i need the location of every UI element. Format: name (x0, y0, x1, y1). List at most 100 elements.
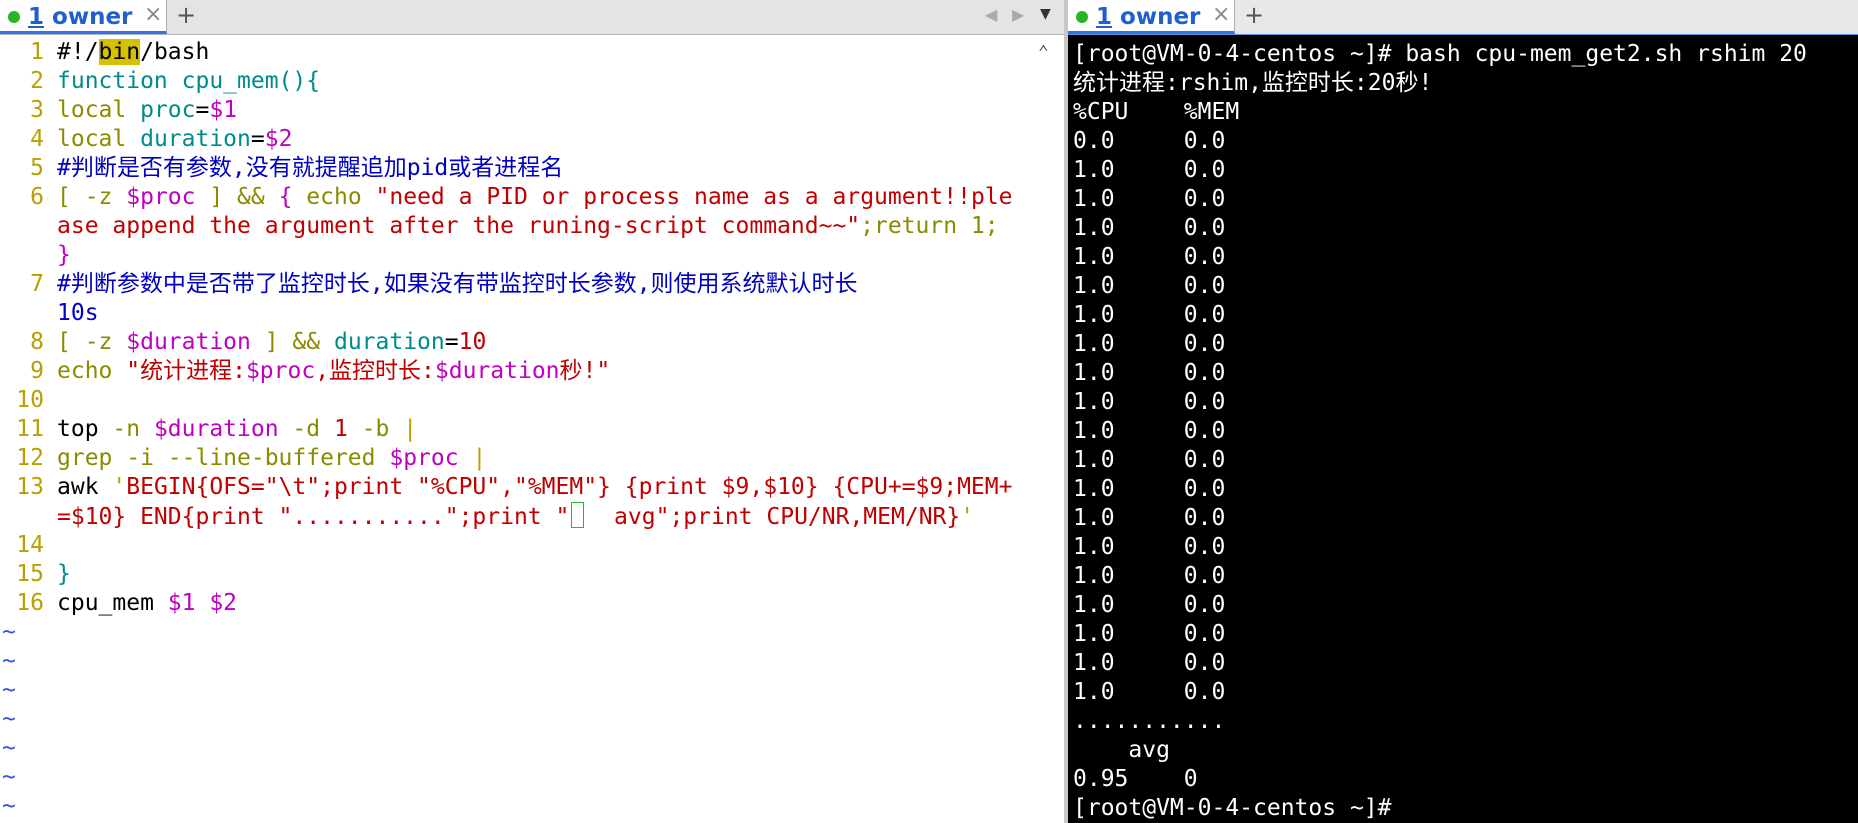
code-text: local proc=$1 (57, 96, 237, 125)
line-number: 5 (30, 155, 44, 181)
tab-label: 1 owner (1096, 4, 1201, 30)
code-token: 1 (333, 416, 348, 442)
code-token: 秒!" (559, 358, 611, 384)
code-token: 10s (57, 300, 99, 326)
tab-owner-right[interactable]: 1 owner × (1068, 0, 1235, 34)
code-token: $1 $2 (167, 590, 238, 616)
status-dot-icon (1076, 11, 1088, 23)
terminal-line: 1.0 0.0 (1073, 447, 1226, 473)
scroll-tabs-left-icon[interactable]: ◀ (985, 5, 997, 24)
line-number: 10 (16, 387, 44, 413)
code-token: | (458, 445, 487, 471)
empty-line-marker: ~ (2, 706, 16, 732)
code-token: duration (140, 126, 251, 152)
empty-line-marker: ~ (2, 764, 16, 790)
code-token: ' (112, 474, 127, 500)
code-token: } (57, 242, 71, 268)
terminal-line: 1.0 0.0 (1073, 679, 1226, 705)
terminal-line: 1.0 0.0 (1073, 563, 1226, 589)
right-tab-bar: 1 owner × + (1068, 0, 1858, 35)
terminal-line: 1.0 0.0 (1073, 505, 1226, 531)
code-token: grep -i --line-buffered (57, 445, 390, 471)
code-token: $proc (245, 358, 316, 384)
code-token: [ -z (57, 184, 127, 210)
line-number: 16 (16, 590, 44, 616)
code-text: } (57, 560, 71, 589)
code-text: [ -z $proc ] && { echo "need a PID or pr… (57, 183, 1013, 212)
line-number: 9 (30, 358, 44, 384)
tab-menu-icon[interactable]: ▼ (1040, 6, 1051, 22)
code-text: grep -i --line-buffered $proc | (57, 444, 486, 473)
code-text: cpu_mem $1 $2 (57, 589, 237, 618)
code-token: -d (278, 416, 334, 442)
code-token: BEGIN{OFS="\t";print "%CPU","%MEM"} {pri… (126, 474, 1013, 500)
code-token: #判断是否有参数,没有就提醒追加pid或者进程名 (57, 155, 564, 181)
code-token: ;return 1; (860, 213, 999, 239)
terminal-pane[interactable]: 1 owner × + [root@VM-0-4-centos ~]# bash… (1068, 0, 1858, 823)
terminal-line: [root@VM-0-4-centos ~]# (1073, 795, 1392, 821)
tab-owner-left[interactable]: 1 owner × (0, 0, 167, 34)
empty-line-marker: ~ (2, 648, 16, 674)
new-tab-button[interactable]: + (176, 1, 196, 29)
terminal-line: 1.0 0.0 (1073, 360, 1226, 386)
code-text: function cpu_mem(){ (57, 67, 320, 96)
code-token: = (444, 329, 459, 355)
empty-line-marker: ~ (2, 619, 16, 645)
code-text: local duration=$2 (57, 125, 292, 154)
code-text: [ -z $duration ] && duration=10 (57, 328, 486, 357)
code-token: $1 (209, 97, 238, 123)
terminal-line: %CPU %MEM (1073, 99, 1240, 125)
code-text: #判断是否有参数,没有就提醒追加pid或者进程名 (57, 154, 563, 183)
code-token: } (57, 561, 71, 587)
code-token: ] && (195, 184, 279, 210)
code-token: "need a PID or process name as a argumen… (375, 184, 1013, 210)
code-token: /bash (140, 39, 210, 65)
terminal-line: avg (1073, 737, 1170, 763)
terminal-line: ........... (1073, 708, 1226, 734)
code-token: $proc (126, 184, 196, 210)
code-text: #判断参数中是否带了监控时长,如果没有带监控时长参数,则使用系统默认时长 (57, 270, 858, 299)
code-token: duration (333, 329, 445, 355)
line-number: 1 (30, 39, 44, 65)
line-number: 11 (16, 416, 44, 442)
line-number: 2 (30, 68, 44, 94)
new-tab-button[interactable]: + (1244, 1, 1264, 29)
code-token: $duration (126, 329, 251, 355)
code-token: [ -z (57, 329, 127, 355)
terminal-line: 1.0 0.0 (1073, 621, 1226, 647)
code-token: awk (57, 474, 113, 500)
code-token: "统计进程: (126, 358, 246, 384)
line-number: 14 (16, 532, 44, 558)
terminal-line: 1.0 0.0 (1073, 215, 1226, 241)
code-token: bin (98, 39, 141, 65)
terminal-output[interactable]: [root@VM-0-4-centos ~]# bash cpu-mem_get… (1073, 40, 1807, 823)
code-token: function cpu_mem(){ (57, 68, 321, 94)
close-icon[interactable]: × (1212, 2, 1230, 27)
terminal-line: 1.0 0.0 (1073, 650, 1226, 676)
code-token: = (195, 97, 210, 123)
terminal-line: 0.0 0.0 (1073, 128, 1226, 154)
code-text: #!/bin/bash (57, 38, 209, 67)
terminal-line: 1.0 0.0 (1073, 389, 1226, 415)
terminal-line: 1.0 0.0 (1073, 302, 1226, 328)
code-token: cpu_mem (57, 590, 168, 616)
code-token: avg";print CPU/NR,MEM/NR} (586, 504, 961, 530)
scroll-up-icon[interactable]: ⌃ (1038, 42, 1049, 63)
close-icon[interactable]: × (144, 2, 162, 27)
code-token: ,监控时长: (315, 358, 435, 384)
terminal-line: 1.0 0.0 (1073, 244, 1226, 270)
terminal-line: 1.0 0.0 (1073, 476, 1226, 502)
empty-line-marker: ~ (2, 677, 16, 703)
terminal-line: 1.0 0.0 (1073, 331, 1226, 357)
tab-label: 1 owner (28, 4, 133, 30)
code-text: top -n $duration -d 1 -b | (57, 415, 417, 444)
scroll-tabs-right-icon[interactable]: ▶ (1012, 5, 1024, 24)
code-token: $2 (264, 126, 293, 152)
code-token: local (57, 97, 141, 123)
editor-pane[interactable]: 1 owner × + ◀ ▶ ▼ ⌃ 1 #!/bin/bash 2 functio… (0, 0, 1064, 823)
code-text: 10s (57, 299, 99, 328)
line-number: 15 (16, 561, 44, 587)
line-number: 13 (16, 474, 44, 500)
terminal-line: 1.0 0.0 (1073, 157, 1226, 183)
terminal-line: 统计进程:rshim,监控时长:20秒! (1073, 70, 1433, 96)
